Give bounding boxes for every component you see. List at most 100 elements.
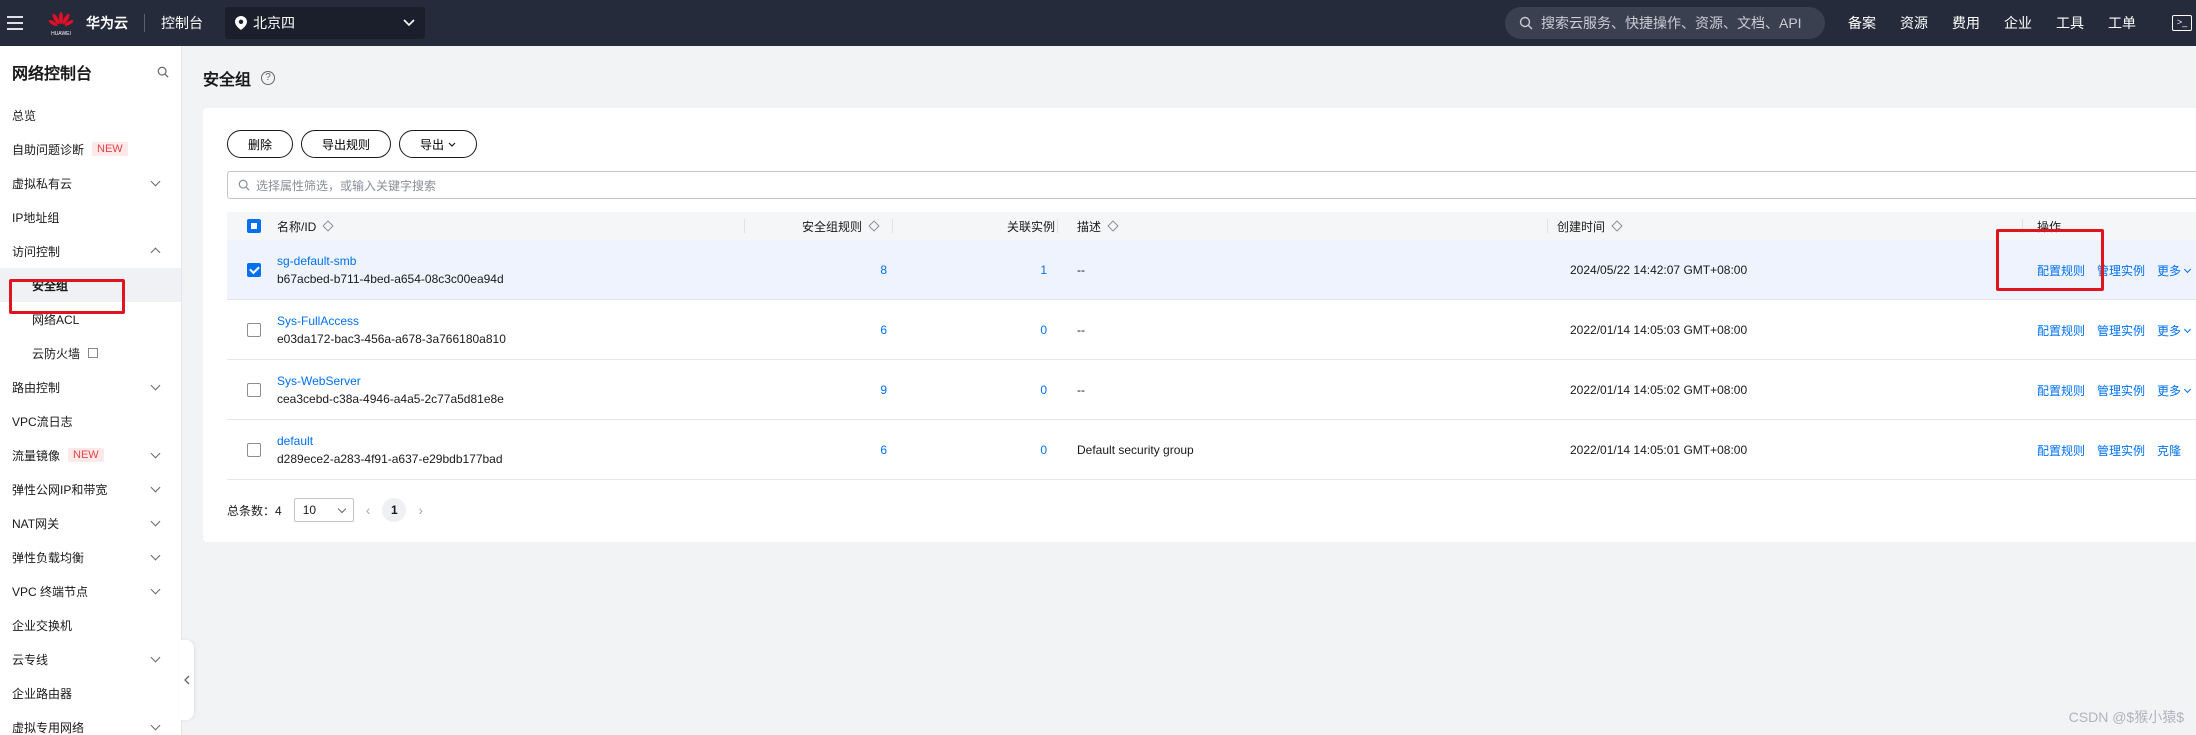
top-link-filing[interactable]: 备案 xyxy=(1848,13,1876,33)
sidebar-item[interactable]: 弹性负载均衡 xyxy=(0,540,181,574)
sidebar-item-content: 虚拟专用网络 xyxy=(12,719,84,735)
security-group-name-link[interactable]: default xyxy=(277,434,313,448)
rules-count-link[interactable]: 8 xyxy=(880,263,887,277)
security-group-name-link[interactable]: Sys-FullAccess xyxy=(277,314,359,328)
sidebar-collapse-handle[interactable] xyxy=(180,640,194,720)
top-link-tools[interactable]: 工具 xyxy=(2056,13,2084,33)
sidebar-item-label: IP地址组 xyxy=(12,210,60,225)
location-pin-icon xyxy=(235,16,247,30)
sidebar-item-content: 自助问题诊断 NEW xyxy=(12,141,128,158)
page-title-text: 安全组 xyxy=(203,72,252,89)
instances-count-link[interactable]: 0 xyxy=(1040,443,1047,457)
region-selector[interactable]: 北京四 xyxy=(225,7,425,39)
security-group-table: 名称/ID 安全组规则 关联实例 描述 创建时间 操作 sg-default-s… xyxy=(227,212,2196,480)
sidebar-item[interactable]: 路由控制 xyxy=(0,370,181,404)
sort-icon[interactable] xyxy=(1611,220,1623,232)
sidebar-item[interactable]: 自助问题诊断 NEW xyxy=(0,132,181,166)
sidebar-item-label: 虚拟私有云 xyxy=(12,176,73,191)
column-header-rules[interactable]: 安全组规则 xyxy=(802,212,880,240)
sidebar-item[interactable]: 弹性公网IP和带宽 xyxy=(0,472,181,506)
divider xyxy=(144,14,145,32)
sidebar-item[interactable]: 企业路由器 xyxy=(0,676,181,710)
sidebar-item-content: NAT网关 xyxy=(12,515,59,532)
total-count: 总条数：4 xyxy=(227,503,282,518)
rules-count-link[interactable]: 6 xyxy=(880,443,887,457)
more-dropdown[interactable]: 更多 xyxy=(2157,322,2192,339)
rules-count-link[interactable]: 6 xyxy=(880,323,887,337)
sidebar-item[interactable]: 企业交换机 xyxy=(0,608,181,642)
manage-instances-link[interactable]: 管理实例 xyxy=(2097,442,2145,459)
manage-instances-link[interactable]: 管理实例 xyxy=(2097,322,2145,339)
sidebar-item[interactable]: 总览 xyxy=(0,98,181,132)
highlight-box-configure-rules xyxy=(1996,229,2104,291)
table-row[interactable]: Sys-FullAccess e03da172-bac3-456a-a678-3a… xyxy=(227,300,2196,360)
table-row[interactable]: Sys-WebServer cea3cebd-c38a-4946-a4a5-2c7… xyxy=(227,360,2196,420)
sidebar-item[interactable]: 访问控制 xyxy=(0,234,181,268)
export-rules-button[interactable]: 导出规则 xyxy=(301,130,391,158)
sidebar-item-label: 访问控制 xyxy=(12,244,61,259)
select-all-checkbox[interactable] xyxy=(247,219,261,233)
table-row[interactable]: default d289ece2-a283-4f91-a637-e29bdb177… xyxy=(227,420,2196,480)
more-dropdown[interactable]: 更多 xyxy=(2157,382,2192,399)
page-number-current[interactable]: 1 xyxy=(382,498,407,522)
sidebar-item[interactable]: VPC流日志 xyxy=(0,404,181,438)
top-link-billing[interactable]: 费用 xyxy=(1952,13,1980,33)
sidebar-item-content: 流量镜像 NEW xyxy=(12,447,104,464)
prev-page-icon[interactable]: ‹ xyxy=(366,502,371,518)
terminal-icon[interactable]: >_ xyxy=(2172,15,2192,31)
sidebar-item[interactable]: 流量镜像 NEW xyxy=(0,438,181,472)
console-link[interactable]: 控制台 xyxy=(161,13,203,33)
row-checkbox[interactable] xyxy=(247,383,261,397)
more-dropdown[interactable]: 更多 xyxy=(2157,262,2192,279)
column-header-description[interactable]: 描述 xyxy=(1077,212,1119,240)
row-checkbox[interactable] xyxy=(247,443,261,457)
instances-count-link[interactable]: 0 xyxy=(1040,383,1047,397)
sort-icon[interactable] xyxy=(322,220,335,232)
region-label: 北京四 xyxy=(253,15,295,31)
sidebar-title: 网络控制台 xyxy=(12,66,93,83)
sidebar-item-content: 企业路由器 xyxy=(12,685,72,702)
rules-count-link[interactable]: 9 xyxy=(880,383,887,397)
top-link-resources[interactable]: 资源 xyxy=(1900,13,1928,33)
sidebar-item-label: 总览 xyxy=(12,108,37,123)
search-icon[interactable] xyxy=(157,66,169,78)
configure-rules-link[interactable]: 配置规则 xyxy=(2037,442,2085,459)
filter-search-input[interactable]: 选择属性筛选，或输入关键字搜索 xyxy=(227,171,2196,199)
instances-count-link[interactable]: 0 xyxy=(1040,323,1047,337)
manage-instances-link[interactable]: 管理实例 xyxy=(2097,382,2145,399)
sidebar-item[interactable]: 虚拟私有云 xyxy=(0,166,181,200)
page-size-select[interactable]: 10 xyxy=(293,498,354,522)
menu-icon[interactable] xyxy=(0,0,30,46)
security-group-name-link[interactable]: sg-default-smb xyxy=(277,254,356,268)
huawei-logo[interactable]: HUAWEI 华为云 xyxy=(46,8,128,38)
sort-icon[interactable] xyxy=(868,220,880,232)
next-page-icon[interactable]: › xyxy=(418,502,423,518)
sidebar-item-content: 企业交换机 xyxy=(12,617,72,634)
export-dropdown-button[interactable]: 导出 xyxy=(399,130,477,158)
chevron-down-icon xyxy=(150,380,161,390)
sidebar-item[interactable]: IP地址组 xyxy=(0,200,181,234)
sidebar-item[interactable]: 云防火墙 xyxy=(0,336,181,370)
column-header-name[interactable]: 名称/ID xyxy=(277,212,335,240)
clone-link[interactable]: 克隆 xyxy=(2157,442,2181,459)
instances-count-link[interactable]: 1 xyxy=(1040,263,1047,277)
configure-rules-link[interactable]: 配置规则 xyxy=(2037,382,2085,399)
delete-button[interactable]: 删除 xyxy=(227,130,293,158)
sidebar-item[interactable]: VPC 终端节点 xyxy=(0,574,181,608)
row-checkbox[interactable] xyxy=(247,263,261,277)
manage-instances-link[interactable]: 管理实例 xyxy=(2097,262,2145,279)
sidebar-item[interactable]: NAT网关 xyxy=(0,506,181,540)
security-group-name-link[interactable]: Sys-WebServer xyxy=(277,374,361,388)
top-link-tickets[interactable]: 工单 xyxy=(2108,13,2136,33)
global-search-input[interactable]: 搜索云服务、快捷操作、资源、文档、API xyxy=(1505,7,1825,39)
sidebar-item[interactable]: 云专线 xyxy=(0,642,181,676)
sort-icon[interactable] xyxy=(1107,220,1119,232)
search-icon xyxy=(1519,16,1533,30)
table-row[interactable]: sg-default-smb b67acbed-b711-4bed-a654-08… xyxy=(227,240,2196,300)
configure-rules-link[interactable]: 配置规则 xyxy=(2037,322,2085,339)
help-icon[interactable]: ? xyxy=(261,71,276,85)
column-header-created[interactable]: 创建时间 xyxy=(1557,212,1623,240)
row-checkbox[interactable] xyxy=(247,323,261,337)
sidebar-item[interactable]: 虚拟专用网络 xyxy=(0,710,181,735)
top-link-enterprise[interactable]: 企业 xyxy=(2004,13,2032,33)
